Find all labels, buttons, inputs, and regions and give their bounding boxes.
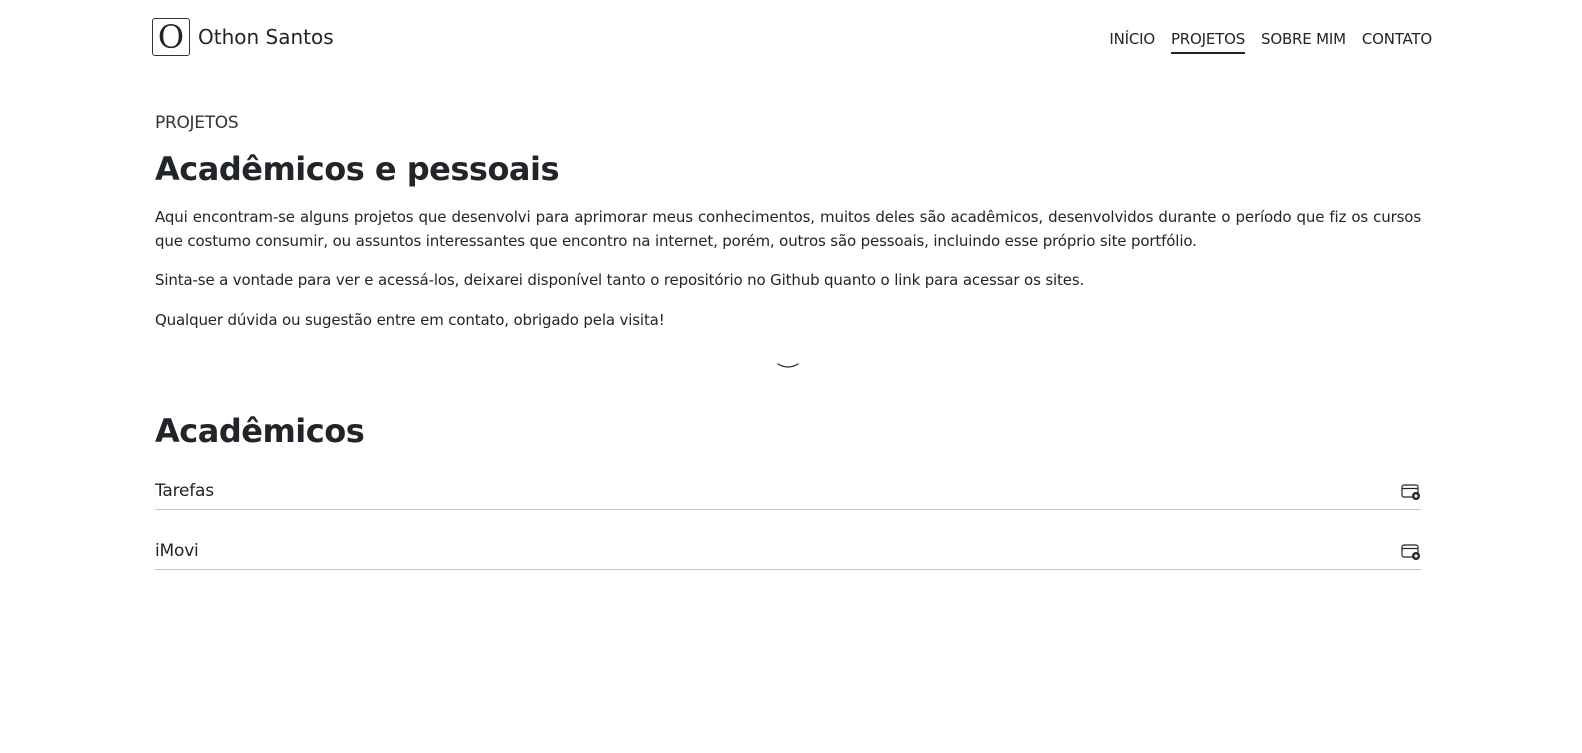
main-nav: INÍCIO PROJETOS SOBRE MIM CONTATO [1093,30,1432,54]
section-eyebrow: PROJETOS [155,113,239,133]
site-name: Othon Santos [198,25,334,49]
nav-item-inicio[interactable]: INÍCIO [1109,30,1155,52]
nav-item-projetos[interactable]: PROJETOS [1170,30,1245,54]
intro-paragraph-2: Sinta-se a vontade para ver e acessá-los… [155,271,1085,289]
intro-paragraph-3: Qualquer dúvida ou sugestão entre em con… [155,311,665,329]
svg-text:O: O [158,21,184,53]
logo-icon: O [152,18,190,56]
academic-section-title: Acadêmicos [155,412,365,450]
browser-add-icon[interactable] [1401,483,1421,501]
nav-item-contato[interactable]: CONTATO [1362,30,1432,52]
chevron-down-icon[interactable] [776,360,800,372]
project-item-tarefas[interactable]: Tarefas [155,481,1421,510]
site-header: O Othon Santos INÍCIO PROJETOS SOBRE MIM… [0,0,1582,80]
page-title: Acadêmicos e pessoais [155,150,560,188]
project-item-imovi[interactable]: iMovi [155,541,1421,570]
nav-item-sobre-mim[interactable]: SOBRE MIM [1261,30,1346,52]
browser-add-icon[interactable] [1401,543,1421,561]
logo-link[interactable]: O Othon Santos [152,18,334,56]
project-name: iMovi [155,541,199,561]
project-name: Tarefas [155,481,214,501]
intro-paragraph-1: Aqui encontram-se alguns projetos que de… [155,208,1421,250]
